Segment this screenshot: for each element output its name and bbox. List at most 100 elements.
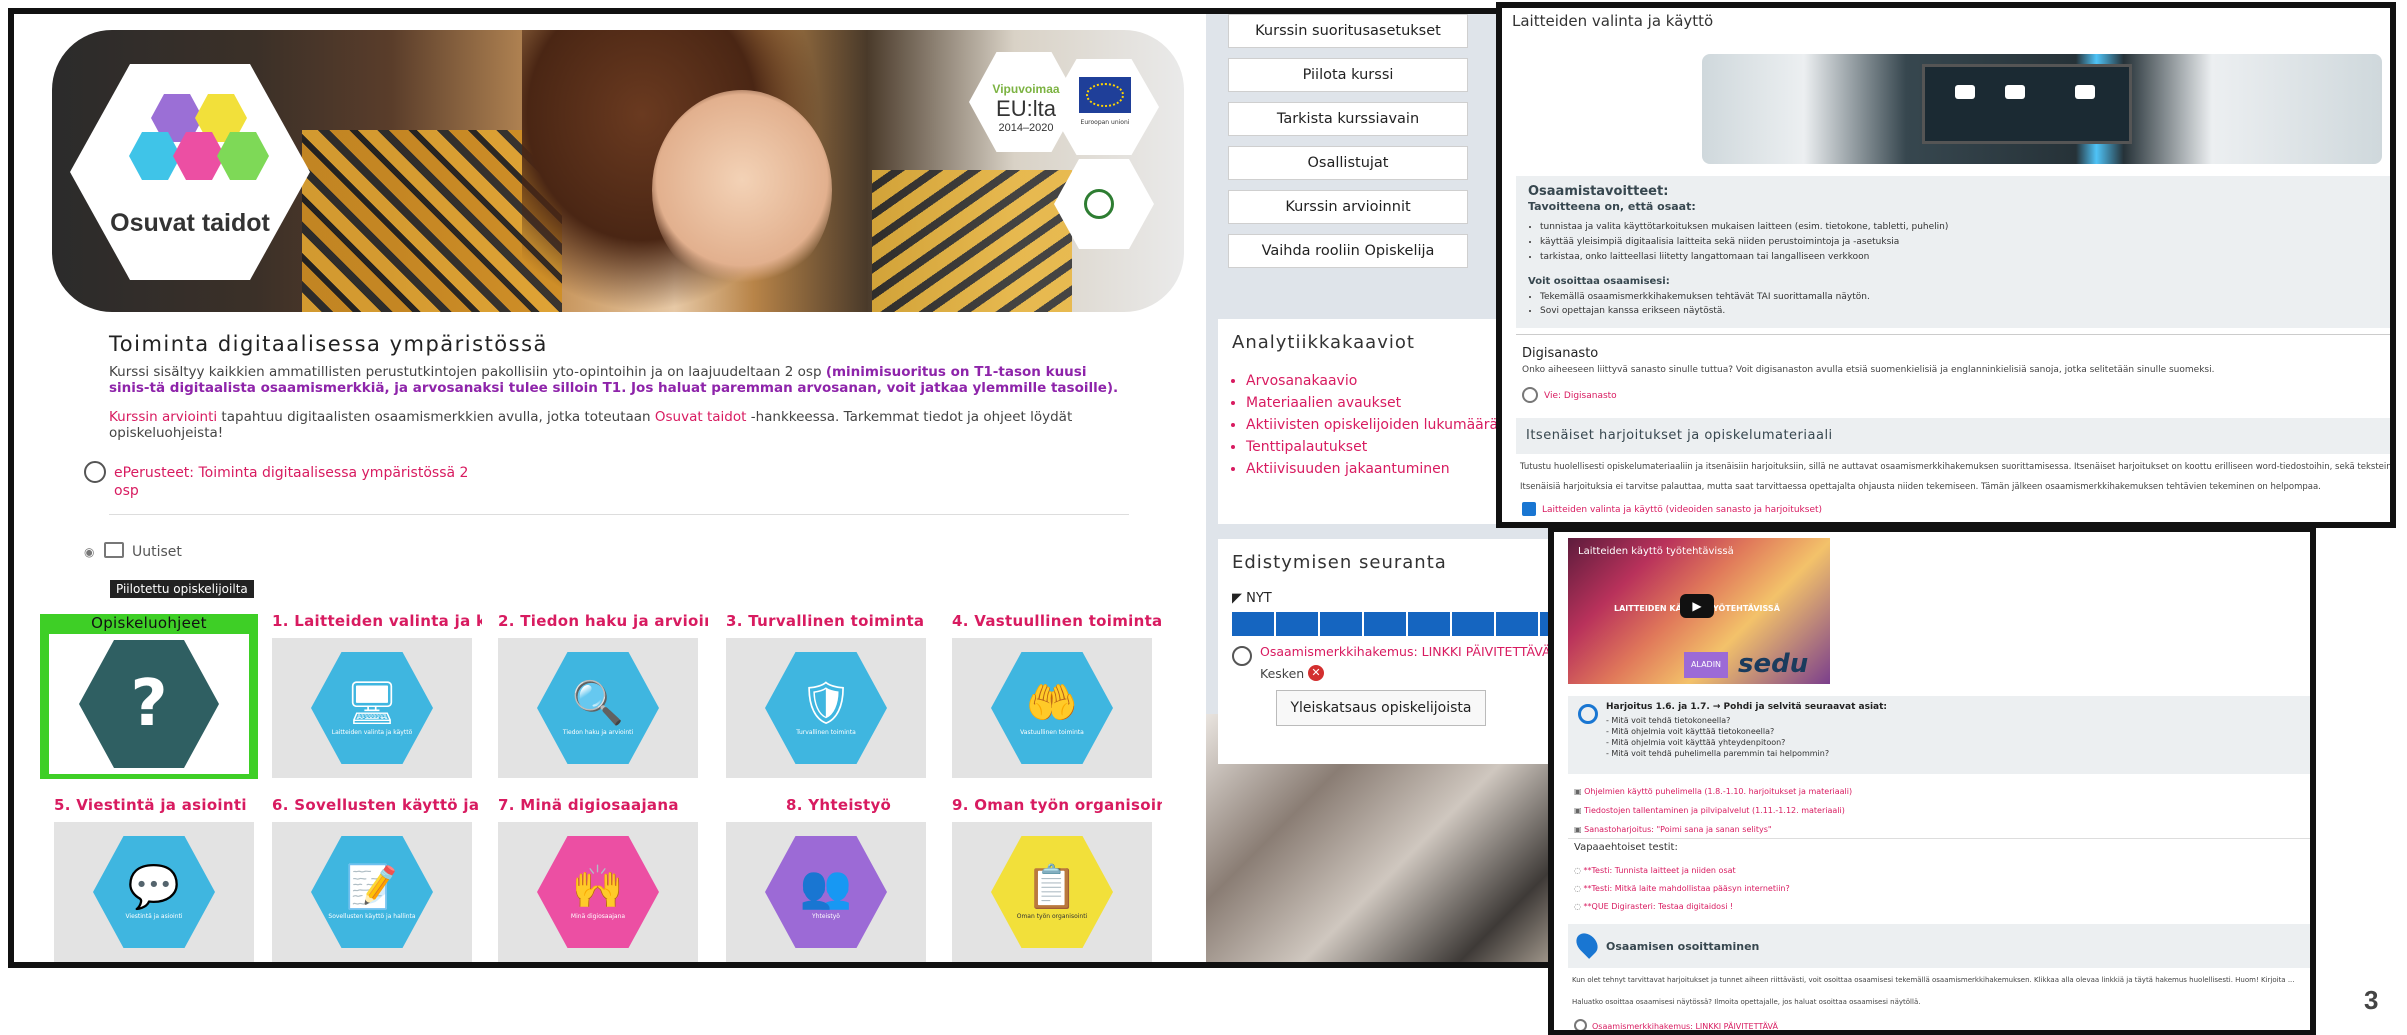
analytics-item[interactable]: Arvosanakaavio [1246, 370, 1498, 392]
tile-caption: Sovellusten käyttö ja hallinta [328, 912, 416, 920]
glossary-link[interactable]: Vie: Digisanasto [1544, 391, 1617, 401]
globe-icon [1574, 1019, 1587, 1030]
tile-title: 7. Minä digiosaajana [498, 796, 679, 814]
participants-button[interactable]: Osallistujat [1228, 146, 1468, 180]
incomplete-icon: ✕ [1308, 665, 1324, 681]
tile-responsible-operation[interactable]: 4. Vastuullinen toiminta 🤲 Vastuullinen t… [952, 612, 1162, 778]
test-link[interactable]: **Testi: Mitkä laite mahdollistaa pääsyn… [1574, 880, 1790, 898]
team-icon: 👥 [799, 861, 853, 911]
tile-title: 4. Vastuullinen toiminta [952, 612, 1162, 630]
chat-icon: 💬 [127, 861, 181, 911]
tile-caption: Vastuullinen toiminta [1020, 728, 1084, 736]
hidden-from-students-badge: Piilotettu opiskelijoilta [110, 580, 254, 598]
tile-image: 📝 Sovellusten käyttö ja hallinta [272, 822, 472, 962]
now-label: NYT [1246, 591, 1272, 606]
eu-text: Vipuvoimaa EU:lta 2014–2020 [992, 82, 1060, 134]
exercises-link[interactable]: Laitteiden valinta ja käyttö (videoiden … [1542, 505, 1822, 515]
topic-title: Laitteiden valinta ja käyttö [1512, 12, 1714, 30]
task-item: - Mitä ohjelmia voit käyttää yhteydenpit… [1606, 738, 1786, 747]
tile-study-instructions[interactable]: Opiskeluohjeet ? [40, 614, 258, 779]
computer-icon: 🖥 [345, 677, 399, 727]
course-grades-button[interactable]: Kurssin arvioinnit [1228, 190, 1468, 224]
list-item: Sovi opettajan kanssa erikseen näytöstä. [1540, 304, 1870, 318]
hide-course-button[interactable]: Piilota kurssi [1228, 58, 1468, 92]
tile-caption: Oman työn organisointi [1016, 912, 1088, 920]
eye-icon[interactable]: ◉ [84, 545, 94, 559]
divider [1568, 838, 2310, 839]
analytics-item[interactable]: Tenttipalautukset [1246, 436, 1498, 458]
badge-application-link[interactable]: Osaamismerkkihakemus: LINKKI PÄIVITETTÄV… [1592, 1022, 1778, 1030]
task-list: - Mitä voit tehdä tietokoneella? - Mitä … [1606, 715, 1829, 759]
sedu-logo: sedu [1738, 649, 1809, 679]
demonstration-text: Haluatko osoittaa osaamisesi näytössä? I… [1572, 998, 1921, 1006]
tile-caption: Laitteiden valinta ja käyttö [331, 728, 413, 736]
list-item: tunnistaa ja valita käyttötarkoituksen m… [1540, 220, 1948, 235]
file-link[interactable]: Tiedostojen tallentaminen ja pilvipalvel… [1574, 801, 1852, 820]
globe-icon [1522, 387, 1538, 403]
banner-photo-part [872, 170, 1072, 312]
tile-caption: Viestintä ja asiointi [125, 912, 183, 920]
tile-digital-self[interactable]: 7. Minä digiosaajana 🙌 Minä digiosaajana [498, 796, 708, 962]
course-description-text: Kurssi sisältyy kaikkien ammatillisten p… [109, 364, 826, 380]
completion-settings-button[interactable]: Kurssin suoritusasetukset [1228, 14, 1468, 48]
laptop-screen [1922, 64, 2132, 144]
tile-title: 5. Viestintä ja asiointi [54, 796, 247, 814]
analytics-title: Analytiikkakaaviot [1232, 332, 1415, 353]
exercises-text: Tutustu huolellisesti opiskelumateriaali… [1520, 462, 2396, 472]
tile-title: 2. Tiedon haku ja arviointi [498, 612, 708, 630]
analytics-item[interactable]: Aktiivisuuden jakaantuminen [1246, 458, 1498, 480]
checklist-icon: 📋 [1025, 861, 1079, 911]
tile-image: 💬 Viestintä ja asiointi [54, 822, 254, 962]
question-icon: ? [130, 667, 168, 741]
tile-devices[interactable]: 1. Laitteiden valinta ja k... 🖥 Laitteide… [272, 612, 482, 778]
assessment-text: tapahtuu digitaalisten osaamismerkkien a… [217, 409, 655, 425]
assessment-link[interactable]: Kurssin arviointi [109, 409, 217, 425]
test-link[interactable]: **Testi: Tunnista laitteet ja niiden osa… [1574, 862, 1790, 880]
tile-communication[interactable]: 5. Viestintä ja asiointi 💬 Viestintä ja a… [54, 796, 264, 962]
task-item: - Mitä voit tehdä tietokoneella? [1606, 716, 1731, 725]
eperusteet-link[interactable]: ePerusteet: Toiminta digitaalisessa ympä… [114, 464, 474, 500]
progress-bar[interactable] [1232, 612, 1572, 636]
test-link[interactable]: **QUE Digirasteri: Testaa digitaidosi ! [1574, 898, 1790, 916]
tile-image: 🖥 Laitteiden valinta ja käyttö [272, 638, 472, 778]
celebration-icon: 🙌 [571, 861, 625, 911]
news-forum-link[interactable]: Uutiset [132, 544, 182, 560]
exercises-text: Itsenäisiä harjoituksia ei tarvitse pala… [1520, 482, 2321, 492]
file-link[interactable]: Sanastoharjoitus: "Poimi sana ja sanan s… [1574, 820, 1852, 839]
student-overview-button[interactable]: Yleiskatsaus opiskelijoista [1276, 690, 1486, 726]
tile-caption: Minä digiosaajana [570, 912, 626, 920]
course-assessment-info: Kurssin arviointi tapahtuu digitaalisten… [109, 409, 1109, 441]
topic-page-screenshot: Laitteiden valinta ja käyttö Osaamistavo… [1496, 2, 2396, 528]
analytics-item[interactable]: Aktiivisten opiskelijoiden lukumäärä [1246, 414, 1498, 436]
hands-heart-icon: 🤲 [1025, 677, 1079, 727]
tile-cooperation[interactable]: 8. Yhteistyö 👥 Yhteistyö [726, 796, 936, 962]
course-description: Kurssi sisältyy kaikkien ammatillisten p… [109, 364, 1129, 396]
eu-flag-caption: Euroopan unioni [1080, 119, 1130, 126]
now-marker: ◤ NYT [1232, 591, 1272, 606]
check-enrolment-key-button[interactable]: Tarkista kurssiavain [1228, 102, 1468, 136]
analytics-item[interactable]: Materiaalien avaukset [1246, 392, 1498, 414]
osuvat-taidot-link[interactable]: Osuvat taidot [655, 409, 747, 425]
tile-safe-operation[interactable]: 3. Turvallinen toiminta 🛡 Turvallinen toi… [726, 612, 936, 778]
slide-number: 3 [2364, 985, 2379, 1015]
demonstration-title: Osaamisen osoittaminen [1606, 940, 1760, 953]
tile-applications[interactable]: 6. Sovellusten käyttö ja ... 📝 Sovelluste… [272, 796, 482, 962]
switch-role-student-button[interactable]: Vaihda rooliin Opiskelija [1228, 234, 1468, 268]
file-link[interactable]: Ohjelmien käyttö puhelimella (1.8.-1.10.… [1574, 782, 1852, 801]
tile-image: ? [49, 634, 249, 774]
badge-application-link[interactable]: Osaamismerkkihakemus: LINKKI PÄIVITETTÄV… [1260, 644, 1572, 659]
tile-image: 👥 Yhteistyö [726, 822, 926, 962]
play-icon[interactable]: ▶ [1680, 594, 1714, 618]
task-item: - Mitä voit tehdä puhelimella paremmin t… [1606, 749, 1830, 758]
glossary-title: Digisanasto [1522, 346, 1599, 361]
course-page-screenshot: Osuvat taidot Euroopan unioni Vipuvoimaa… [8, 8, 1578, 968]
file-icon [1522, 502, 1536, 516]
document-edit-icon: 📝 [345, 861, 399, 911]
optional-tests-title: Vapaaehtoiset testit: [1574, 842, 1678, 853]
task-title: Harjoitus 1.6. ja 1.7. → Pohdi ja selvit… [1606, 702, 1888, 712]
video-title: Laitteiden käyttö työtehtävissä [1578, 546, 1734, 557]
course-title: Toiminta digitaalisessa ympäristössä [109, 332, 548, 356]
tile-work-organisation[interactable]: 9. Oman työn organisointi 📋 Oman työn org… [952, 796, 1162, 962]
status-text: Kesken [1260, 666, 1305, 681]
tile-information-search[interactable]: 2. Tiedon haku ja arviointi 🔍 Tiedon haku… [498, 612, 708, 778]
